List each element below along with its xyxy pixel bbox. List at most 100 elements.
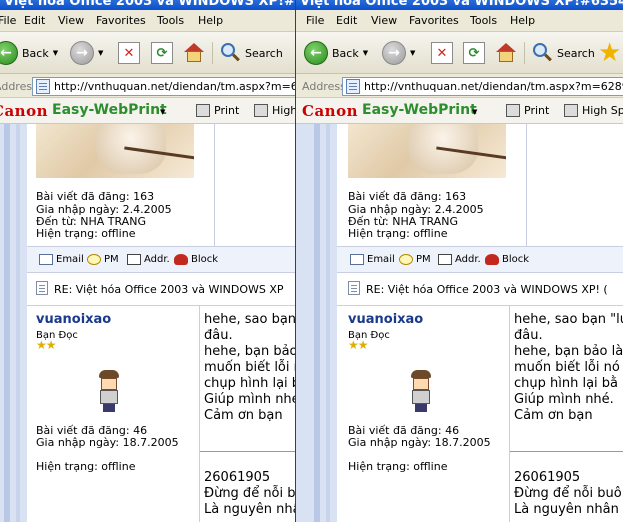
back-arrow-icon: ← [0,41,18,65]
author-avatar [97,370,121,412]
titlebar[interactable]: Việt hóa Office 2003 và WINDOWS XP!#6354… [296,0,623,10]
menu-favorites[interactable]: Favorites [96,14,146,27]
message-line: đâu. [204,328,233,343]
home-icon [183,42,205,64]
address-bar: Address http://vnthuquan.net/diendan/tm.… [296,74,623,98]
browser-window-right: Việt hóa Office 2003 và WINDOWS XP!#6354… [296,0,623,522]
addr-button[interactable]: Addr. [127,254,170,265]
author-name[interactable]: vuanoixao [348,312,423,327]
toolbar-separator [212,42,213,64]
menu-tools[interactable]: Tools [470,14,497,27]
back-dropdown-icon[interactable]: ▼ [363,49,368,57]
addr-icon [127,254,141,265]
favorites-star-icon: ★ [598,38,622,68]
message-line: Cảm ơn bạn [204,408,283,423]
page-content: Bài viết đã đăng: 163 Gia nhập ngày: 2.4… [296,124,623,522]
back-button[interactable]: ← Back ▼ [0,40,58,66]
refresh-button[interactable]: ⟳ [463,40,485,66]
block-button[interactable]: Block [485,254,529,265]
menu-edit[interactable]: Edit [336,14,357,27]
back-dropdown-icon[interactable]: ▼ [53,49,58,57]
message-line: chụp hình lại b [204,376,295,391]
print-button[interactable]: Print [524,104,549,117]
message-line: hehe, sao bạn [204,312,295,327]
easy-webprint-button[interactable]: Easy-WebPrint [52,102,167,118]
forward-arrow-icon: → [382,41,406,65]
page-content: Bài viết đã đăng: 163 Gia nhập ngày: 2.4… [0,124,295,522]
search-icon [531,42,553,64]
pm-button[interactable]: PM [399,254,431,265]
forward-button[interactable]: → ▼ [70,40,103,66]
message-line: muốn biết lỗi nó [514,360,620,375]
search-button[interactable]: Search [531,40,595,66]
browser-window-left: Việt hóa Office 2003 và WINDOWS XP!#6354… [0,0,295,522]
easy-webprint-button[interactable]: Easy-WebPrint [362,102,477,118]
refresh-icon: ⟳ [151,42,173,64]
canon-logo: Canon [302,102,358,120]
high-speed-print-button[interactable]: High [272,104,295,117]
menu-tools[interactable]: Tools [157,14,184,27]
rank-stars-icon: ★★ [36,338,56,352]
refresh-button[interactable]: ⟳ [151,40,173,66]
column-divider [214,124,215,246]
page-left-margin [0,124,27,522]
signature-line: Đừng để nỗi bu [204,486,295,501]
avatar [348,124,506,178]
forward-button[interactable]: → ▼ [382,40,415,66]
menu-help[interactable]: Help [198,14,223,27]
menu-favorites[interactable]: Favorites [409,14,459,27]
stop-button[interactable]: ✕ [431,40,453,66]
reply-subject[interactable]: RE: Việt hóa Office 2003 và WINDOWS XP! … [366,283,608,296]
reply-post: vuanoixao Bạn Đọc ★★ Bài viết đã đăng: 4… [337,306,623,522]
email-icon [39,254,53,265]
pm-button[interactable]: PM [87,254,119,265]
home-button[interactable] [495,40,517,66]
stop-button[interactable]: ✕ [118,40,140,66]
home-button[interactable] [183,40,205,66]
address-url: http://vnthuquan.net/diendan/tm.aspx?m=6… [54,80,295,93]
menu-help[interactable]: Help [510,14,535,27]
toolbar-separator [524,42,525,64]
post-count: Bài viết đã đăng: 163 [348,190,467,203]
reply-subject-row: RE: Việt hóa Office 2003 và WINDOWS XP [27,273,295,306]
forum-thread: Bài viết đã đăng: 163 Gia nhập ngày: 2.4… [337,124,623,522]
menu-file[interactable]: File [306,14,324,27]
reply-post: vuanoixao Bạn Đọc ★★ Bài viết đã đăng: 4… [27,306,295,522]
addr-button[interactable]: Addr. [438,254,481,265]
signature-line: Đừng để nỗi buô [514,486,622,501]
menu-view[interactable]: View [371,14,397,27]
email-button[interactable]: Email [39,254,84,265]
menu-edit[interactable]: Edit [24,14,45,27]
address-input[interactable]: http://vnthuquan.net/diendan/tm.aspx?m=6… [32,77,295,96]
online-status: Hiện trạng: offline [36,227,136,240]
pm-icon [399,254,413,265]
message-line: hehe, sao bạn "lu [514,312,623,327]
titlebar[interactable]: Việt hóa Office 2003 và WINDOWS XP!#6354… [0,0,295,10]
search-label: Search [245,46,283,60]
menubar: File Edit View Favorites Tools Help [0,10,295,32]
easy-webprint-dropdown-icon[interactable]: ▼ [160,108,165,116]
addr-icon [438,254,452,265]
author-name[interactable]: vuanoixao [36,312,111,327]
high-speed-print-button[interactable]: High Spe [582,104,623,117]
search-button[interactable]: Search [219,40,283,66]
menu-file[interactable]: File [0,14,16,27]
email-icon [350,254,364,265]
post-icon [348,281,360,295]
post-actions: Email PM Addr. Block [337,246,623,273]
message-body: hehe, sao bạn "lu đâu. hehe, bạn bảo là … [509,306,623,522]
easy-webprint-dropdown-icon[interactable]: ▼ [472,108,477,116]
email-button[interactable]: Email [350,254,395,265]
print-button[interactable]: Print [214,104,239,117]
menu-view[interactable]: View [58,14,84,27]
address-url: http://vnthuquan.net/diendan/tm.aspx?m=6… [364,80,623,93]
forward-dropdown-icon[interactable]: ▼ [410,49,415,57]
forward-dropdown-icon[interactable]: ▼ [98,49,103,57]
favorites-button[interactable]: ★ [598,40,621,66]
reply-subject[interactable]: RE: Việt hóa Office 2003 và WINDOWS XP [54,283,284,296]
author-avatar [409,370,433,412]
join-date: Gia nhập ngày: 18.7.2005 [348,436,491,449]
address-input[interactable]: http://vnthuquan.net/diendan/tm.aspx?m=6… [342,77,623,96]
block-button[interactable]: Block [174,254,218,265]
back-button[interactable]: ← Back ▼ [304,40,368,66]
